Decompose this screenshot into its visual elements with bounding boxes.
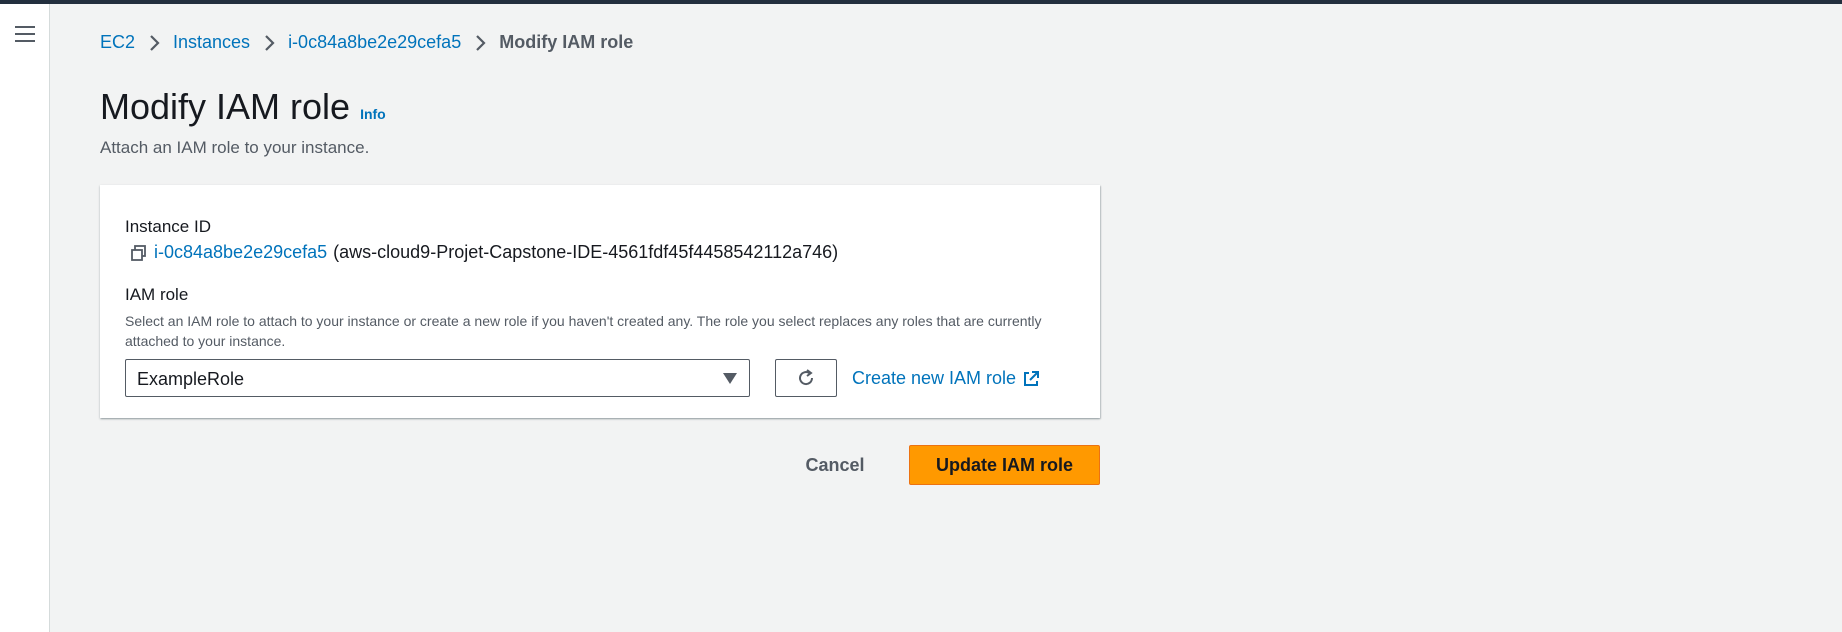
page-header: Modify IAM role Info [100,86,386,128]
update-iam-role-button[interactable]: Update IAM role [909,445,1100,485]
iam-role-description: Select an IAM role to attach to your ins… [125,313,1042,349]
breadcrumb-instance-id[interactable]: i-0c84a8be2e29cefa5 [288,32,461,53]
external-link-icon [1024,370,1040,386]
iam-role-selected-value: ExampleRole [137,369,245,389]
create-iam-role-label: Create new IAM role [852,368,1017,388]
breadcrumb-current: Modify IAM role [499,32,634,52]
breadcrumb-ec2[interactable]: EC2 [100,32,135,53]
refresh-button[interactable] [775,359,837,397]
form-actions: Cancel Update IAM role [100,445,1100,485]
cancel-button[interactable]: Cancel [795,445,875,485]
top-bar [0,0,1842,4]
chevron-right-icon [476,34,486,51]
create-iam-role-link[interactable]: Create new IAM role [852,368,1040,389]
instance-name: (aws-cloud9-Projet-Capstone-IDE-4561fdf4… [333,242,839,262]
refresh-icon [799,369,814,386]
breadcrumb-instances[interactable]: Instances [173,32,250,53]
iam-role-select[interactable]: ExampleRole [125,359,750,397]
hamburger-menu-icon[interactable] [15,26,35,42]
side-navigation [0,4,50,632]
chevron-right-icon [265,34,275,51]
breadcrumb: EC2 Instances i-0c84a8be2e29cefa5 Modify… [100,32,633,53]
instance-id-label: Instance ID [125,217,211,236]
caret-down-icon [723,373,737,384]
iam-role-label: IAM role [125,285,189,304]
copy-icon[interactable] [130,244,148,262]
page-subtitle: Attach an IAM role to your instance. [100,138,370,157]
page-title: Modify IAM role [100,86,351,127]
modify-role-panel: Instance ID i-0c84a8be2e29cefa5 (aws-clo… [100,185,1100,418]
instance-id-row: i-0c84a8be2e29cefa5 (aws-cloud9-Projet-C… [130,242,838,263]
info-link[interactable]: Info [360,106,386,122]
chevron-right-icon [150,34,160,51]
instance-id-link[interactable]: i-0c84a8be2e29cefa5 [154,242,327,263]
